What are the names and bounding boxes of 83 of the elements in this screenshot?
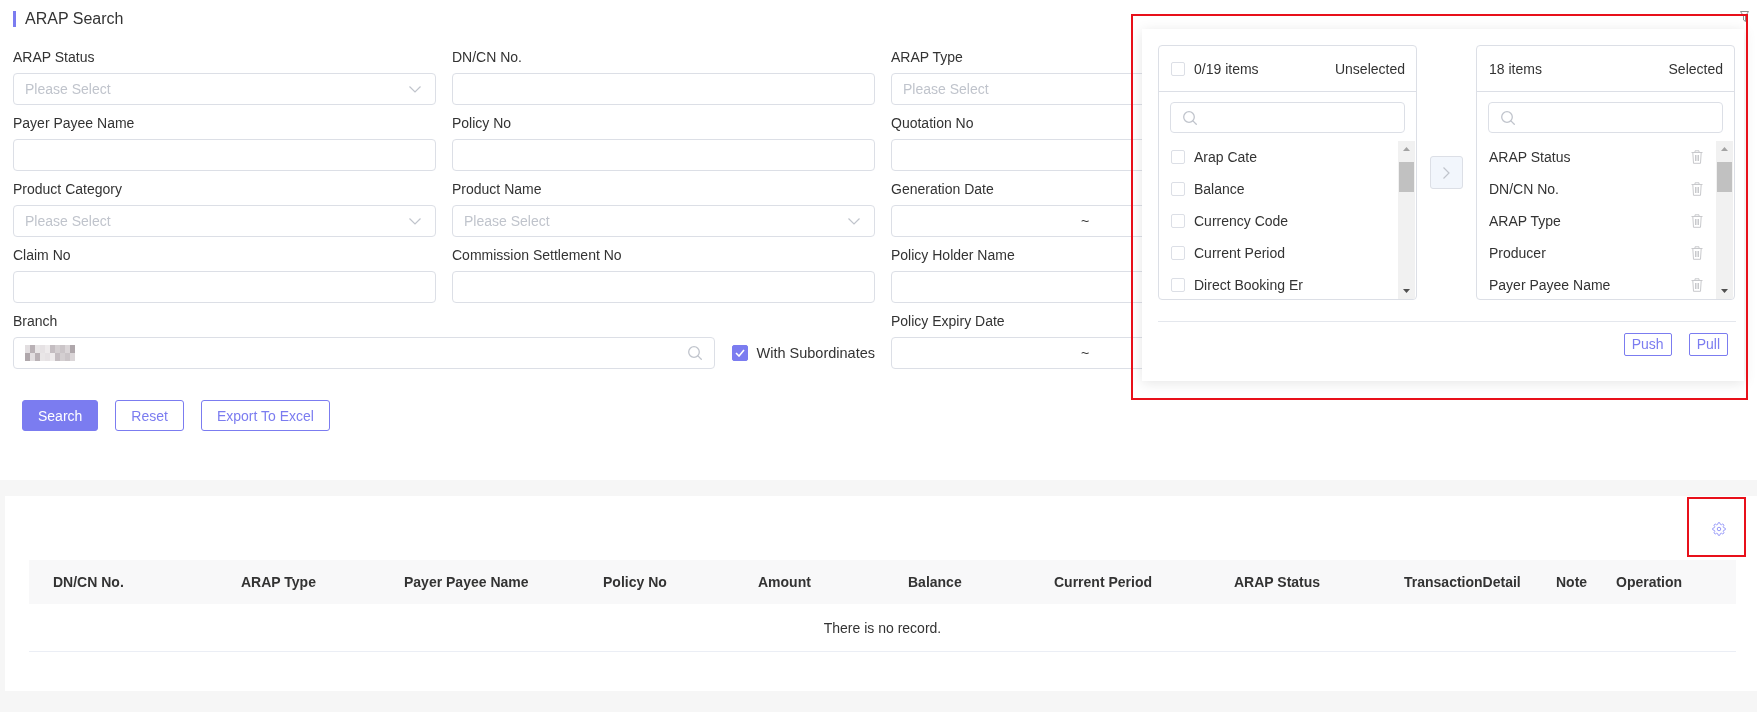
scrollbar-thumb[interactable]: [1717, 162, 1732, 192]
transfer-item-label[interactable]: Direct Booking Er: [1194, 277, 1303, 293]
column-header: Note: [1555, 573, 1589, 592]
settings-icon[interactable]: [1712, 522, 1726, 536]
trash-icon[interactable]: [1691, 150, 1703, 164]
transfer-item-label[interactable]: Currency Code: [1194, 213, 1289, 229]
transfer-item-label[interactable]: Current Period: [1194, 245, 1286, 261]
scroll-up-icon[interactable]: [1403, 147, 1410, 151]
funnel-icon[interactable]: [1740, 11, 1749, 22]
column-header: Operation: [1615, 573, 1684, 592]
push-button[interactable]: Push: [1623, 333, 1672, 356]
page-title: ARAP Search: [25, 9, 124, 29]
chevron-down-icon: [409, 218, 421, 225]
text-input[interactable]: [452, 73, 875, 105]
field-label: Policy Expiry Date: [891, 312, 1005, 331]
search-field[interactable]: [1488, 102, 1723, 133]
trash-icon[interactable]: [1691, 278, 1703, 292]
trash-icon[interactable]: [1691, 246, 1703, 260]
chevron-right-icon: [1443, 166, 1450, 179]
export-button[interactable]: Export To Excel: [200, 400, 330, 431]
field-label: ARAP Type: [891, 48, 963, 67]
column-header: Policy No: [602, 573, 668, 592]
title-marker-icon: [13, 11, 16, 27]
field-label: Generation Date: [891, 180, 994, 199]
column-header: Payer Payee Name: [403, 573, 530, 592]
field-label: Product Name: [452, 180, 542, 199]
field-label: Branch: [13, 312, 58, 331]
field-label: Commission Settlement No: [452, 246, 622, 265]
field-label: ARAP Status: [13, 48, 95, 67]
checkbox[interactable]: [731, 345, 748, 361]
text-input[interactable]: [13, 139, 436, 171]
column-header: DN/CN No.: [52, 573, 125, 592]
text-input[interactable]: [13, 271, 436, 303]
item-count: 0/19 items: [1194, 60, 1259, 77]
trash-icon[interactable]: [1691, 182, 1703, 196]
scrollbar-thumb[interactable]: [1399, 162, 1414, 192]
transfer-item-label[interactable]: Payer Payee Name: [1489, 277, 1611, 293]
reset-button[interactable]: Reset: [115, 400, 184, 431]
field-label: Policy Holder Name: [891, 246, 1015, 265]
text-input[interactable]: [452, 139, 875, 171]
transfer-item-label[interactable]: Arap Cate: [1194, 149, 1258, 165]
field-label: Policy No: [452, 114, 512, 133]
column-header: TransactionDetail: [1403, 573, 1522, 592]
list-title: Unselected: [1334, 60, 1405, 77]
list-title: Selected: [1668, 60, 1723, 77]
column-header: ARAP Status: [1233, 573, 1322, 592]
field-label: Claim No: [13, 246, 71, 265]
checkbox-label: With Subordinates: [756, 345, 875, 361]
pull-button[interactable]: Pull: [1688, 333, 1728, 356]
search-icon: [1183, 110, 1197, 125]
transfer-item-label[interactable]: Balance: [1194, 181, 1245, 197]
chevron-down-icon: [409, 86, 421, 93]
text-input[interactable]: [452, 271, 875, 303]
empty-message: There is no record.: [823, 619, 942, 636]
select-field[interactable]: Please Select: [13, 73, 436, 105]
column-header: Balance: [907, 573, 963, 592]
search-icon: [687, 346, 702, 360]
select-field[interactable]: Please Select: [452, 205, 875, 237]
field-label: Payer Payee Name: [13, 114, 135, 133]
field-label: DN/CN No.: [452, 48, 522, 67]
search-field[interactable]: [13, 337, 715, 369]
check-icon: [734, 349, 745, 357]
transfer-item-label[interactable]: DN/CN No.: [1489, 181, 1559, 197]
range-separator: ~: [1080, 345, 1090, 361]
scroll-down-icon[interactable]: [1721, 289, 1728, 293]
transfer-item-label[interactable]: ARAP Status: [1489, 149, 1571, 165]
trash-icon[interactable]: [1691, 214, 1703, 228]
column-header: Current Period: [1053, 573, 1153, 592]
chevron-down-icon: [848, 218, 860, 225]
search-button[interactable]: Search: [22, 400, 99, 431]
scroll-up-icon[interactable]: [1721, 147, 1728, 151]
item-count: 18 items: [1489, 60, 1542, 77]
field-label: Product Category: [13, 180, 122, 199]
search-icon: [1501, 110, 1515, 125]
transfer-item-label[interactable]: Producer: [1489, 245, 1546, 261]
search-field[interactable]: [1170, 102, 1405, 133]
select-field[interactable]: Please Select: [13, 205, 436, 237]
range-separator: ~: [1080, 213, 1090, 229]
column-header: Amount: [757, 573, 812, 592]
field-label: Quotation No: [891, 114, 974, 133]
column-header: ARAP Type: [240, 573, 317, 592]
transfer-item-label[interactable]: ARAP Type: [1489, 213, 1561, 229]
scroll-down-icon[interactable]: [1403, 289, 1410, 293]
